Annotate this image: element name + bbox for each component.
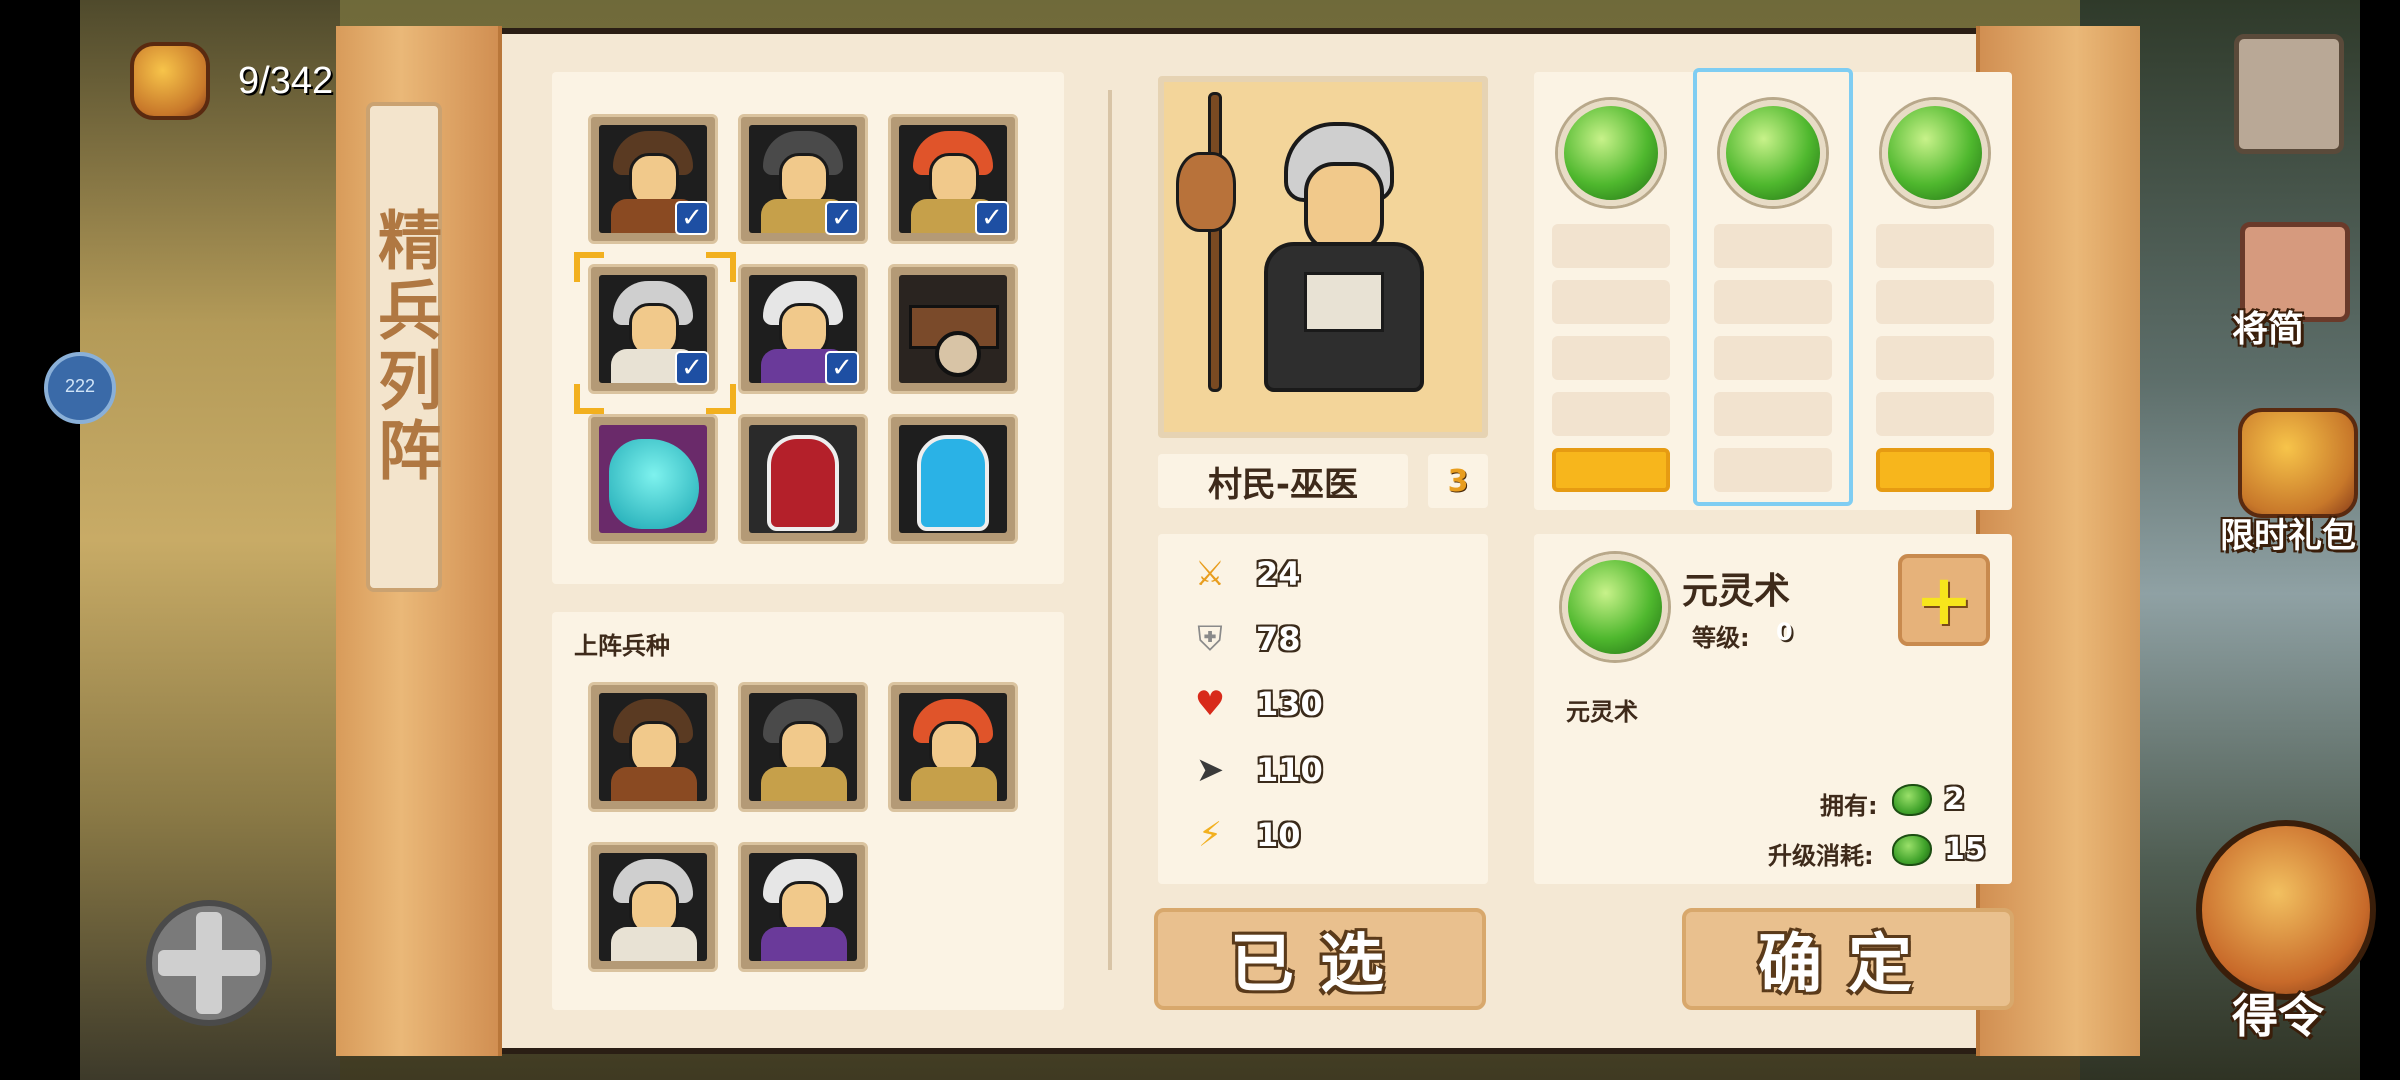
selection-corner-br [706, 384, 736, 414]
stat-speed: ➤ 110 [1188, 748, 1323, 792]
sword-icon: ⚔ [1194, 554, 1226, 594]
skill-upgrade-button[interactable]: + [1898, 554, 1990, 646]
skill-1-slot-filled [1552, 448, 1670, 492]
roster-item-warrior-brown[interactable]: ✓ [588, 114, 718, 244]
selection-corner-bl [574, 384, 604, 414]
skill-cost-value: 15 [1944, 832, 1986, 867]
skill-slot-1-orb[interactable] [1558, 100, 1664, 206]
check-icon: ✓ [825, 351, 859, 385]
skill-own-value: 2 [1944, 782, 1965, 817]
progress-counter: 9/342 [238, 60, 334, 102]
skill-slot-3-orb[interactable] [1882, 100, 1988, 206]
dpad-control[interactable] [146, 900, 272, 1026]
unit-name: 村民-巫医 [1158, 454, 1408, 508]
selected-button[interactable]: 已选 [1154, 908, 1486, 1010]
deployed-item-shaman-old[interactable] [588, 842, 718, 972]
skill-cost-label: 升级消耗: [1768, 842, 1874, 870]
gourd-icon [1176, 152, 1236, 232]
shield-wheel-icon [935, 331, 981, 377]
skill-3-slot [1876, 224, 1994, 268]
skill-own-label: 拥有: [1820, 792, 1878, 820]
green-gem-icon [1892, 784, 1932, 816]
skill-1-slot [1552, 336, 1670, 380]
stat-attack: ⚔ 24 [1188, 552, 1301, 596]
unit-portrait [1158, 76, 1488, 438]
green-gem-icon [1892, 834, 1932, 866]
skill-1-slot [1552, 224, 1670, 268]
roster-item-shaman-old[interactable]: ✓ [588, 264, 718, 394]
selection-corner-tr [706, 252, 736, 282]
deployed-item-warrior-red[interactable] [888, 682, 1018, 812]
shaman-vest-icon [1304, 272, 1384, 332]
skill-name: 元灵术 [1682, 571, 1791, 612]
dpad-horizontal-icon [158, 950, 260, 976]
get-order-label: 得令 [2232, 989, 2324, 1043]
player-level-badge[interactable]: 222 [44, 352, 116, 424]
general-book-label: 将简 [2232, 309, 2305, 350]
stat-hp-value: 130 [1256, 685, 1323, 723]
notice-board-icon[interactable] [2234, 34, 2344, 154]
skill-2-slot [1714, 392, 1832, 436]
unit-level: 3 [1428, 454, 1488, 508]
gift-icon[interactable] [2238, 408, 2358, 518]
blue-helmet-icon [917, 435, 989, 531]
skill-level-label: 等级: [1692, 624, 1750, 652]
lightning-icon: ⚡ [1198, 815, 1222, 855]
confirm-button[interactable]: 确定 [1682, 908, 2014, 1010]
limited-gift-label: 限时礼包 [2220, 516, 2356, 556]
check-icon: ✓ [825, 201, 859, 235]
skill-1-slot [1552, 392, 1670, 436]
stat-attack-value: 24 [1256, 555, 1301, 593]
check-icon: ✓ [675, 351, 709, 385]
dragon-icon [609, 439, 699, 529]
boot-icon: ➤ [1195, 750, 1225, 790]
stat-defense-value: 78 [1256, 620, 1301, 658]
skill-3-slot [1876, 280, 1994, 324]
skill-3-slot [1876, 336, 1994, 380]
shaman-face-icon [1304, 162, 1384, 252]
stat-hp: ♥ 130 [1188, 682, 1323, 726]
skill-2-slot [1714, 224, 1832, 268]
stat-energy: ⚡ 10 [1188, 813, 1301, 857]
skill-2-slot [1714, 448, 1832, 492]
skill-2-slot [1714, 280, 1832, 324]
roster-item-knight-red[interactable] [738, 414, 868, 544]
skill-description: 元灵术 [1566, 698, 1638, 726]
panel-title: 精兵列阵 [367, 207, 442, 487]
roster-item-dragon-blue[interactable] [588, 414, 718, 544]
token-icon[interactable] [130, 42, 210, 120]
stat-defense: ⛨ 78 [1188, 617, 1301, 661]
check-icon: ✓ [975, 201, 1009, 235]
skill-level-value: 0 [1776, 618, 1793, 646]
panel-title-card: 精兵列阵 [366, 102, 442, 592]
skill-detail-orb [1562, 554, 1668, 660]
roster-item-warrior-grey[interactable]: ✓ [738, 114, 868, 244]
red-helmet-icon [767, 435, 839, 531]
roster-item-chariot[interactable] [888, 264, 1018, 394]
player-level-text: 222 [64, 376, 96, 396]
deployed-item-warrior-brown[interactable] [588, 682, 718, 812]
roster-item-warrior-red[interactable]: ✓ [888, 114, 1018, 244]
shield-icon: ⛨ [1197, 619, 1223, 659]
roster-item-mage-purple[interactable]: ✓ [738, 264, 868, 394]
deployed-item-mage-purple[interactable] [738, 842, 868, 972]
skill-1-slot [1552, 280, 1670, 324]
heart-icon: ♥ [1194, 684, 1226, 724]
stat-speed-value: 110 [1256, 751, 1323, 789]
skill-3-slot [1876, 392, 1994, 436]
check-icon: ✓ [675, 201, 709, 235]
panel-divider [1108, 90, 1112, 970]
deployed-section-label: 上阵兵种 [574, 632, 670, 660]
selection-corner-tl [574, 252, 604, 282]
skill-3-slot-filled [1876, 448, 1994, 492]
stat-energy-value: 10 [1256, 816, 1301, 854]
staff-icon [1208, 92, 1222, 392]
roster-item-knight-blue[interactable] [888, 414, 1018, 544]
skill-2-slot [1714, 336, 1832, 380]
skill-slot-2-orb[interactable] [1720, 100, 1826, 206]
deployed-item-warrior-grey[interactable] [738, 682, 868, 812]
get-order-button[interactable] [2196, 820, 2376, 1000]
